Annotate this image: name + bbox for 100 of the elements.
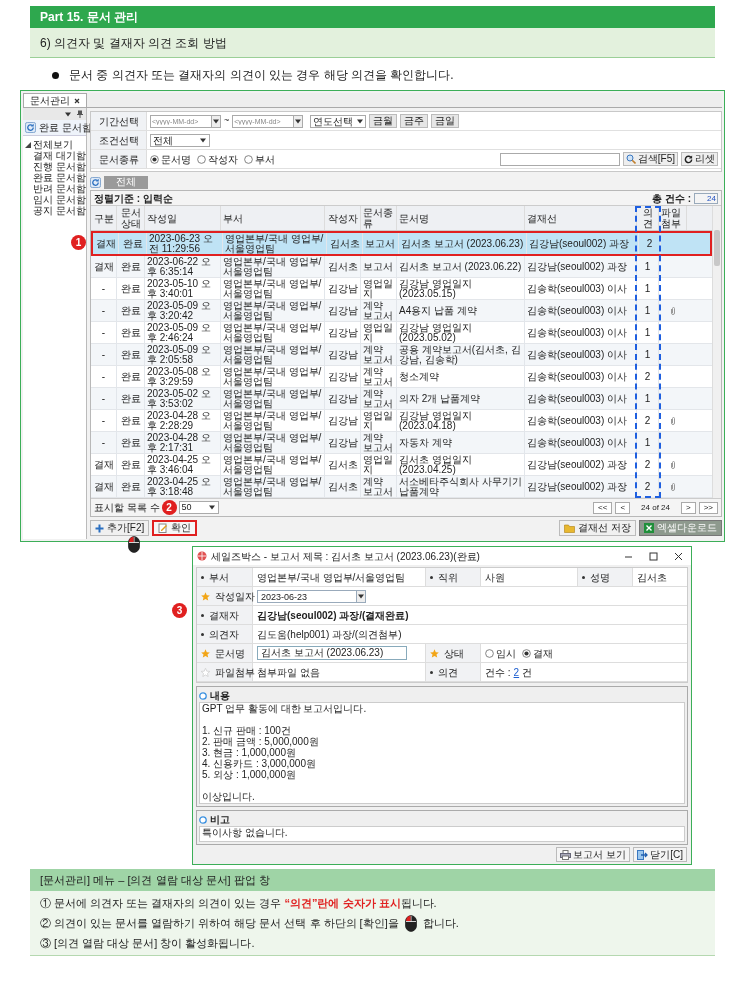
tree-item[interactable]: 전체보기	[33, 139, 73, 150]
table-cell: 2	[639, 233, 661, 254]
paperclip-icon[interactable]	[670, 481, 676, 492]
field-label: 의견	[438, 665, 458, 680]
tree-item[interactable]: 임시 문서함	[23, 194, 86, 205]
tree-item[interactable]: 진행 문서함	[23, 161, 86, 172]
radio-label[interactable]: 작성자	[208, 151, 238, 167]
page-size-select[interactable]: 50	[178, 501, 219, 514]
table-cell: 2023-04-28 오후 2:17:31	[145, 432, 221, 453]
period-button[interactable]: 금월	[369, 114, 398, 128]
dropdown-button[interactable]	[294, 114, 304, 128]
paperclip-icon[interactable]	[670, 459, 676, 470]
table-cell: 영업일지	[361, 278, 397, 299]
close-icon[interactable]	[674, 551, 683, 561]
column-header[interactable]: 작성자	[325, 206, 361, 230]
refresh-icon[interactable]	[25, 122, 36, 133]
window-title: 세일즈박스 - 보고서 제목 : 김서초 보고서 (2023.06.23)(완료)	[211, 549, 481, 564]
radio-label[interactable]: 결재	[533, 645, 553, 661]
column-header[interactable]: 의견	[637, 206, 659, 230]
paperclip-icon[interactable]	[670, 305, 676, 316]
dropdown-button[interactable]	[212, 114, 221, 128]
period-button[interactable]: 금일	[431, 114, 460, 128]
view-report-button[interactable]: 보고서 보기	[556, 847, 631, 862]
refresh-icon[interactable]	[90, 176, 101, 188]
app-logo-icon	[197, 551, 207, 561]
radio-button[interactable]	[197, 154, 206, 164]
close-button[interactable]: 닫기[C]	[633, 847, 687, 862]
radio-button[interactable]	[244, 154, 253, 164]
period-button[interactable]: 금주	[400, 114, 429, 128]
add-button[interactable]: 추가[F2]	[90, 520, 150, 536]
printer-icon	[560, 849, 572, 860]
notes-title: [문서관리] 메뉴 – [의견 열람 대상 문서] 팝업 창	[30, 869, 715, 891]
pager-button[interactable]: >>	[698, 501, 718, 514]
field-label: 상태	[444, 646, 464, 661]
table-cell: 2023-05-02 오후 3:53:02	[145, 388, 221, 409]
table-cell: -	[91, 278, 117, 299]
table-cell: 김송학(seoul003) 이사	[525, 278, 637, 299]
save-approval-line-button[interactable]: 결재선 저장	[559, 520, 636, 536]
column-header[interactable]: 구분	[91, 206, 117, 230]
expand-icon[interactable]	[25, 141, 31, 148]
column-header[interactable]: 문서상태	[117, 206, 145, 230]
table-cell: 의자 2개 납품계약	[397, 388, 525, 409]
section-title: 6) 의견자 및 결재자 의견 조회 방법	[30, 28, 715, 58]
radio-button[interactable]	[485, 648, 494, 658]
table-cell: 김강남	[325, 388, 361, 409]
search-button[interactable]: 검색[F5]	[622, 152, 678, 166]
tree-item[interactable]: 반려 문서함	[23, 183, 86, 194]
table-cell: 2023-04-25 오후 3:18:48	[145, 476, 221, 497]
dropdown-button[interactable]	[357, 589, 366, 603]
content-textarea[interactable]: GPT 업무 활동에 대한 보고서입니다. 1. 신규 판매 : 100건 2. 판매 금액 : 5,000,000원 3. 현금 : 1,000,000원 4. 신용카드 : 3,000,000원 5. 외상 : 1,000,000원 이상입니다.	[199, 702, 685, 804]
column-header[interactable]: 결재선	[525, 206, 637, 230]
field-value: 김서초	[637, 570, 667, 585]
radio-button[interactable]	[522, 648, 531, 658]
radio-label[interactable]: 문서명	[161, 151, 191, 167]
radio-label[interactable]: 부서	[255, 151, 275, 167]
tree-item[interactable]: 완료 문서함	[23, 172, 86, 183]
table-cell: 계약 보고서	[361, 388, 397, 409]
paperclip-icon[interactable]	[670, 415, 676, 426]
close-icon[interactable]	[74, 97, 80, 104]
tree-item[interactable]: 결재 대기함	[23, 150, 86, 161]
count-label: 건수 :	[485, 665, 511, 680]
column-header[interactable]: 부서	[221, 206, 325, 230]
text-field[interactable]: 김서초 보고서 (2023.06.23)	[257, 646, 407, 660]
table-cell: 김서초	[325, 256, 361, 277]
pager-button[interactable]: >	[681, 501, 696, 514]
tree-item[interactable]: 공지 문서함	[23, 205, 86, 216]
table-cell: 2	[637, 366, 659, 387]
callout-marker: 2	[161, 500, 177, 515]
table-cell: 김송학(seoul003) 이사	[525, 322, 637, 343]
condition-select[interactable]: 전체	[150, 133, 210, 147]
table-cell: 완료	[117, 278, 145, 299]
table-cell: -	[91, 388, 117, 409]
pin-icon[interactable]	[77, 110, 83, 118]
table-cell: 김강남(seoul002) 과장	[525, 256, 637, 277]
table-cell: 2023-06-22 오후 6:35:14	[145, 256, 221, 277]
remarks-textarea[interactable]: 특이사항 없습니다.	[199, 826, 685, 842]
page-info: 24 of 24	[640, 501, 671, 514]
reset-button[interactable]: 리셋	[681, 152, 718, 166]
confirm-button[interactable]: 확인	[152, 520, 198, 536]
pager-button[interactable]: <<	[593, 501, 613, 514]
caret-icon	[357, 592, 365, 600]
year-select[interactable]: 연도선택	[310, 114, 367, 128]
column-header[interactable]: 파일첨부	[659, 206, 687, 230]
column-header[interactable]: 문서명	[397, 206, 525, 230]
tab[interactable]: 문서관리	[23, 93, 87, 107]
search-field[interactable]	[499, 152, 620, 166]
table-cell: 결재	[91, 454, 117, 475]
field-value: 김도움(help001) 과장/(의견첨부)	[257, 627, 402, 642]
scrollbar[interactable]	[712, 206, 721, 498]
folder-title: 완료 문서함	[39, 121, 92, 135]
count-link[interactable]: 2	[513, 664, 520, 680]
column-header[interactable]: 문서종류	[361, 206, 397, 230]
pager-button[interactable]: <	[615, 501, 631, 514]
section-title: 내용	[210, 689, 230, 703]
radio-label[interactable]: 임시	[496, 645, 516, 661]
radio-button[interactable]	[150, 154, 159, 164]
column-header[interactable]: 작성일	[145, 206, 221, 230]
maximize-icon[interactable]	[649, 551, 658, 561]
table-cell: 계약 보고서	[361, 300, 397, 321]
date-field[interactable]: 2023-06-23	[257, 589, 357, 603]
